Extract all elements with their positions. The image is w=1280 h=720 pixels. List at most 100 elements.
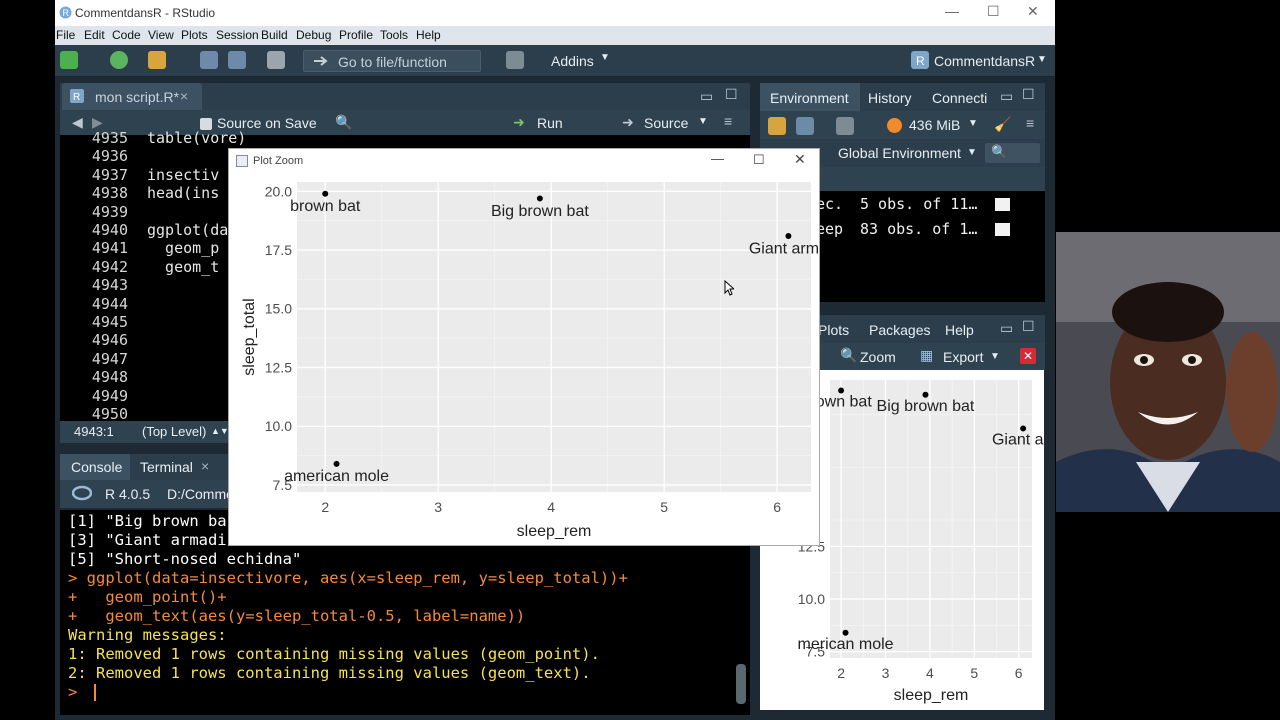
- env-search-input[interactable]: 🔍: [985, 143, 1040, 163]
- clear-plot-icon[interactable]: ✕: [1020, 348, 1036, 364]
- code-line[interactable]: geom_p: [147, 239, 219, 257]
- point-label: merican mole: [798, 636, 894, 653]
- run-button[interactable]: Run: [537, 115, 563, 131]
- print-icon[interactable]: [267, 51, 285, 69]
- line-number: 4935: [91, 129, 128, 147]
- addins-menu[interactable]: Addins: [551, 53, 594, 69]
- maximize-icon[interactable]: ☐: [753, 152, 765, 168]
- data-point: [785, 233, 792, 240]
- list-view-icon[interactable]: ≡: [1026, 115, 1034, 131]
- global-environment-selector[interactable]: Global Environment: [838, 145, 961, 161]
- scope-selector[interactable]: (Top Level): [142, 424, 206, 439]
- grid-layout-icon[interactable]: [506, 51, 524, 69]
- data-point: [536, 195, 543, 202]
- console-line: Warning messages:: [68, 626, 227, 644]
- tab-label: mon script.R*: [95, 89, 180, 105]
- data-point: [922, 391, 929, 398]
- view-table-icon[interactable]: [995, 223, 1010, 236]
- scope-chevron-icon[interactable]: ▼: [967, 147, 977, 158]
- minimize-pane-icon[interactable]: ▭: [700, 88, 713, 105]
- outline-icon[interactable]: ≡: [724, 113, 732, 129]
- y-tick-label: 20.0: [265, 183, 292, 199]
- maximize-pane-icon[interactable]: ☐: [725, 86, 738, 103]
- open-file-icon[interactable]: [148, 51, 166, 69]
- console-scrollbar[interactable]: [736, 664, 746, 704]
- search-icon[interactable]: 🔍: [335, 114, 352, 131]
- working-directory[interactable]: D:/Comme: [167, 486, 234, 502]
- tab-history[interactable]: History: [868, 90, 912, 106]
- x-axis-title: sleep_rem: [894, 687, 969, 704]
- zoom-button[interactable]: Zoom: [860, 349, 896, 365]
- code-line[interactable]: head(ins: [147, 184, 219, 202]
- line-number: 4943: [91, 276, 128, 295]
- export-chevron-icon[interactable]: ▼: [990, 351, 1000, 362]
- menu-session[interactable]: Session: [216, 28, 259, 42]
- scope-chevron-icon[interactable]: ▲▼: [211, 426, 229, 436]
- tab-console[interactable]: Console: [60, 454, 130, 480]
- minimize-icon[interactable]: —: [711, 151, 724, 166]
- tab-mon-script[interactable]: R mon script.R* ×: [62, 83, 202, 110]
- menu-tools[interactable]: Tools: [380, 28, 408, 42]
- close-icon[interactable]: ✕: [794, 151, 806, 168]
- tab-connections[interactable]: Connecti: [932, 90, 987, 106]
- menu-edit[interactable]: Edit: [84, 28, 105, 42]
- view-table-icon[interactable]: [995, 198, 1010, 211]
- line-number: 4941: [91, 239, 128, 258]
- save-all-icon[interactable]: [228, 51, 246, 69]
- code-line[interactable]: insectiv: [147, 166, 219, 184]
- console-line: [5] "Short-nosed echidna": [68, 550, 302, 568]
- x-tick-label: 3: [434, 499, 442, 515]
- project-name[interactable]: CommentdansR: [934, 53, 1035, 69]
- code-line[interactable]: geom_t: [147, 258, 219, 276]
- run-arrow-icon: ➜: [513, 114, 525, 130]
- y-tick-label: 15.0: [265, 301, 292, 317]
- env-var-value: 5 obs. of 11…: [860, 195, 978, 213]
- text-cursor: [94, 684, 96, 701]
- import-dataset-icon[interactable]: [836, 117, 854, 135]
- memory-chevron-icon[interactable]: ▼: [968, 118, 978, 129]
- save-icon[interactable]: [200, 51, 218, 69]
- close-terminal-icon[interactable]: ×: [201, 458, 209, 474]
- maximize-pane-icon[interactable]: ☐: [1022, 86, 1035, 103]
- load-workspace-icon[interactable]: [768, 117, 786, 135]
- line-number: 4946: [91, 331, 128, 350]
- tab-environment[interactable]: Environment: [760, 83, 860, 111]
- tab-terminal[interactable]: Terminal: [140, 459, 193, 475]
- minimize-pane-icon[interactable]: ▭: [1000, 88, 1013, 105]
- code-line[interactable]: table(vore): [147, 129, 246, 147]
- menu-build[interactable]: Build: [261, 28, 288, 42]
- menu-code[interactable]: Code: [112, 28, 141, 42]
- console-line: [3] "Giant armadi: [68, 531, 227, 549]
- broom-icon[interactable]: 🧹: [994, 116, 1011, 133]
- minimize-icon[interactable]: —: [945, 3, 959, 19]
- memory-usage[interactable]: 436 MiB: [909, 117, 960, 133]
- project-chevron-icon[interactable]: ▼: [1037, 54, 1047, 65]
- point-label: Big brown bat: [491, 203, 589, 220]
- tab-help[interactable]: Help: [945, 322, 974, 338]
- line-number: 4949: [91, 386, 128, 405]
- export-button[interactable]: Export: [943, 349, 983, 365]
- new-file-icon[interactable]: [60, 51, 78, 69]
- tab-packages[interactable]: Packages: [869, 322, 930, 338]
- menu-plots[interactable]: Plots: [181, 28, 208, 42]
- maximize-pane-icon[interactable]: ☐: [1022, 318, 1035, 335]
- new-project-icon[interactable]: [110, 51, 128, 69]
- code-line[interactable]: ggplot(da: [147, 221, 228, 239]
- close-tab-icon[interactable]: ×: [180, 88, 188, 104]
- editor-tabbar: R mon script.R* × ▭ ☐: [60, 83, 750, 110]
- menu-file[interactable]: File: [56, 28, 75, 42]
- menu-debug[interactable]: Debug: [296, 28, 331, 42]
- menu-view[interactable]: View: [148, 28, 174, 42]
- save-workspace-icon[interactable]: [796, 117, 814, 135]
- maximize-icon[interactable]: ☐: [987, 3, 1000, 20]
- chevron-down-icon[interactable]: ▼: [600, 52, 610, 63]
- minimize-pane-icon[interactable]: ▭: [1000, 320, 1013, 337]
- menu-help[interactable]: Help: [416, 28, 441, 42]
- menu-profile[interactable]: Profile: [339, 28, 373, 42]
- source-chevron-icon[interactable]: ▼: [698, 116, 708, 127]
- goto-file-input[interactable]: Go to file/function: [303, 50, 481, 72]
- line-number: 4944: [91, 294, 128, 313]
- close-icon[interactable]: ✕: [1027, 3, 1039, 20]
- source-button[interactable]: Source: [644, 115, 688, 131]
- x-tick-label: 3: [882, 665, 890, 681]
